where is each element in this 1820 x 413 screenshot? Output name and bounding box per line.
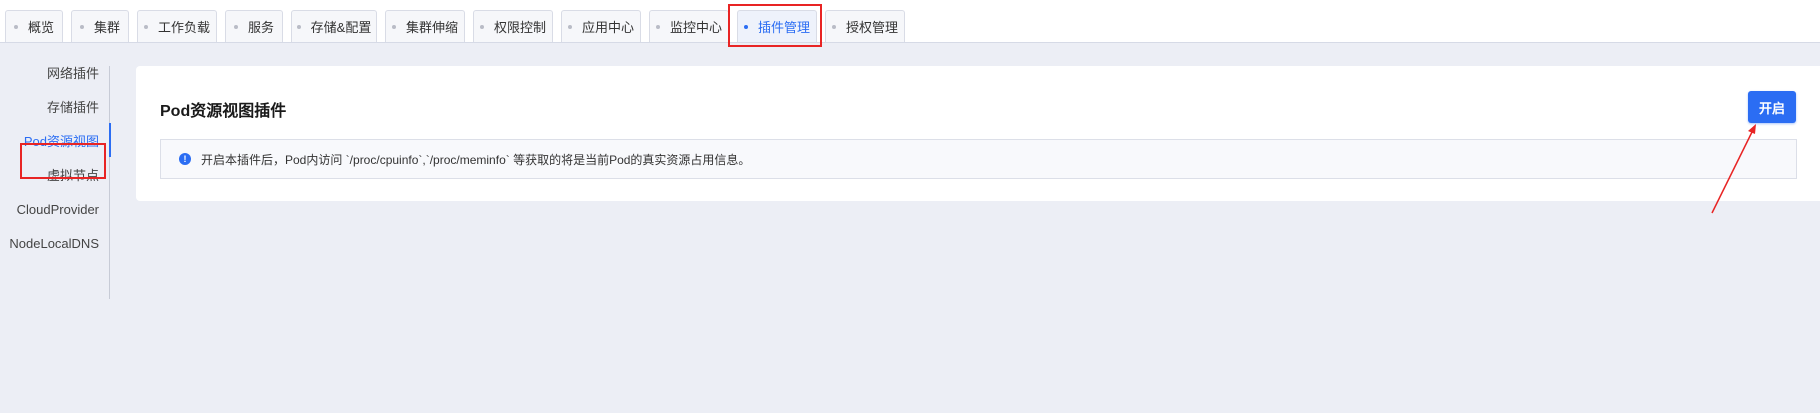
page-title: Pod资源视图插件: [160, 103, 287, 120]
sidebar-item-label: CloudProvider: [16, 201, 99, 217]
sidebar-item-network-plugin[interactable]: 网络插件: [47, 57, 99, 87]
sidebar-item-label: NodeLocalDNS: [9, 235, 99, 251]
sidebar-item-pod-resource-view[interactable]: Pod资源视图: [24, 125, 99, 155]
tab-label: 概览: [27, 20, 54, 35]
tab-app-center[interactable]: 应用中心: [561, 10, 641, 42]
tab-label: 存储&配置: [310, 20, 372, 35]
plugin-detail-card: Pod资源视图插件 开启 ! 开启本插件后，Pod内访问 `/proc/cpui…: [136, 66, 1820, 201]
tab-label: 权限控制: [493, 20, 546, 35]
tab-label: 集群伸缩: [405, 20, 458, 35]
sidebar-item-nodelocaldns[interactable]: NodeLocalDNS: [9, 228, 99, 258]
tab-cluster[interactable]: 集群: [71, 10, 129, 42]
bullet-icon: [233, 24, 238, 29]
tab-label: 工作负载: [157, 20, 210, 35]
tab-storage-config[interactable]: 存储&配置: [291, 10, 377, 42]
annotation-arrow-icon: [1711, 124, 1756, 214]
tab-authorization-management[interactable]: 授权管理: [825, 10, 905, 42]
bullet-icon: [143, 24, 148, 29]
tab-overview[interactable]: 概览: [5, 10, 63, 42]
tab-plugin-management[interactable]: 插件管理: [737, 10, 817, 42]
tab-monitoring-center[interactable]: 监控中心: [649, 10, 729, 42]
sidebar-active-indicator: [109, 123, 111, 157]
bullet-icon: [13, 24, 18, 29]
tab-services[interactable]: 服务: [225, 10, 283, 42]
bullet-icon: [831, 24, 836, 29]
tab-label: 插件管理: [757, 20, 810, 35]
tab-label: 监控中心: [669, 20, 722, 35]
bullet-icon: [296, 24, 301, 29]
sidebar-item-cloudprovider[interactable]: CloudProvider: [17, 194, 99, 224]
tab-access-control[interactable]: 权限控制: [473, 10, 553, 42]
bullet-icon: [655, 24, 660, 29]
bullet-icon: [79, 24, 84, 29]
tab-label: 集群: [93, 20, 120, 35]
sidebar-item-label: 虚拟节点: [46, 167, 99, 183]
info-icon: !: [179, 153, 191, 165]
sidebar-item-virtual-node[interactable]: 虚拟节点: [47, 159, 99, 189]
tab-label: 服务: [247, 20, 274, 35]
bullet-icon: [567, 24, 572, 29]
top-tab-bar: 概览 集群 工作负载 服务 存储&配置 集群伸缩 权限控制 应用中心 监控中心 …: [0, 0, 1820, 43]
tab-label: 授权管理: [845, 20, 898, 35]
sidebar-item-storage-plugin[interactable]: 存储插件: [47, 91, 99, 121]
tab-label: 应用中心: [581, 20, 634, 35]
bullet-icon: [743, 24, 748, 29]
enable-button[interactable]: 开启: [1748, 91, 1796, 123]
info-notice: ! 开启本插件后，Pod内访问 `/proc/cpuinfo`,`/proc/m…: [160, 139, 1797, 179]
sidebar-item-label: 存储插件: [46, 99, 99, 115]
sidebar-item-label: Pod资源视图: [23, 133, 99, 149]
bullet-icon: [391, 24, 396, 29]
notice-text: 开启本插件后，Pod内访问 `/proc/cpuinfo`,`/proc/mem…: [201, 152, 751, 167]
bullet-icon: [479, 24, 484, 29]
tab-workloads[interactable]: 工作负载: [137, 10, 217, 42]
tab-cluster-scaling[interactable]: 集群伸缩: [385, 10, 465, 42]
sidebar-item-label: 网络插件: [46, 65, 99, 81]
sidebar-menu: 网络插件 存储插件 Pod资源视图 虚拟节点 CloudProvider Nod…: [0, 66, 111, 299]
